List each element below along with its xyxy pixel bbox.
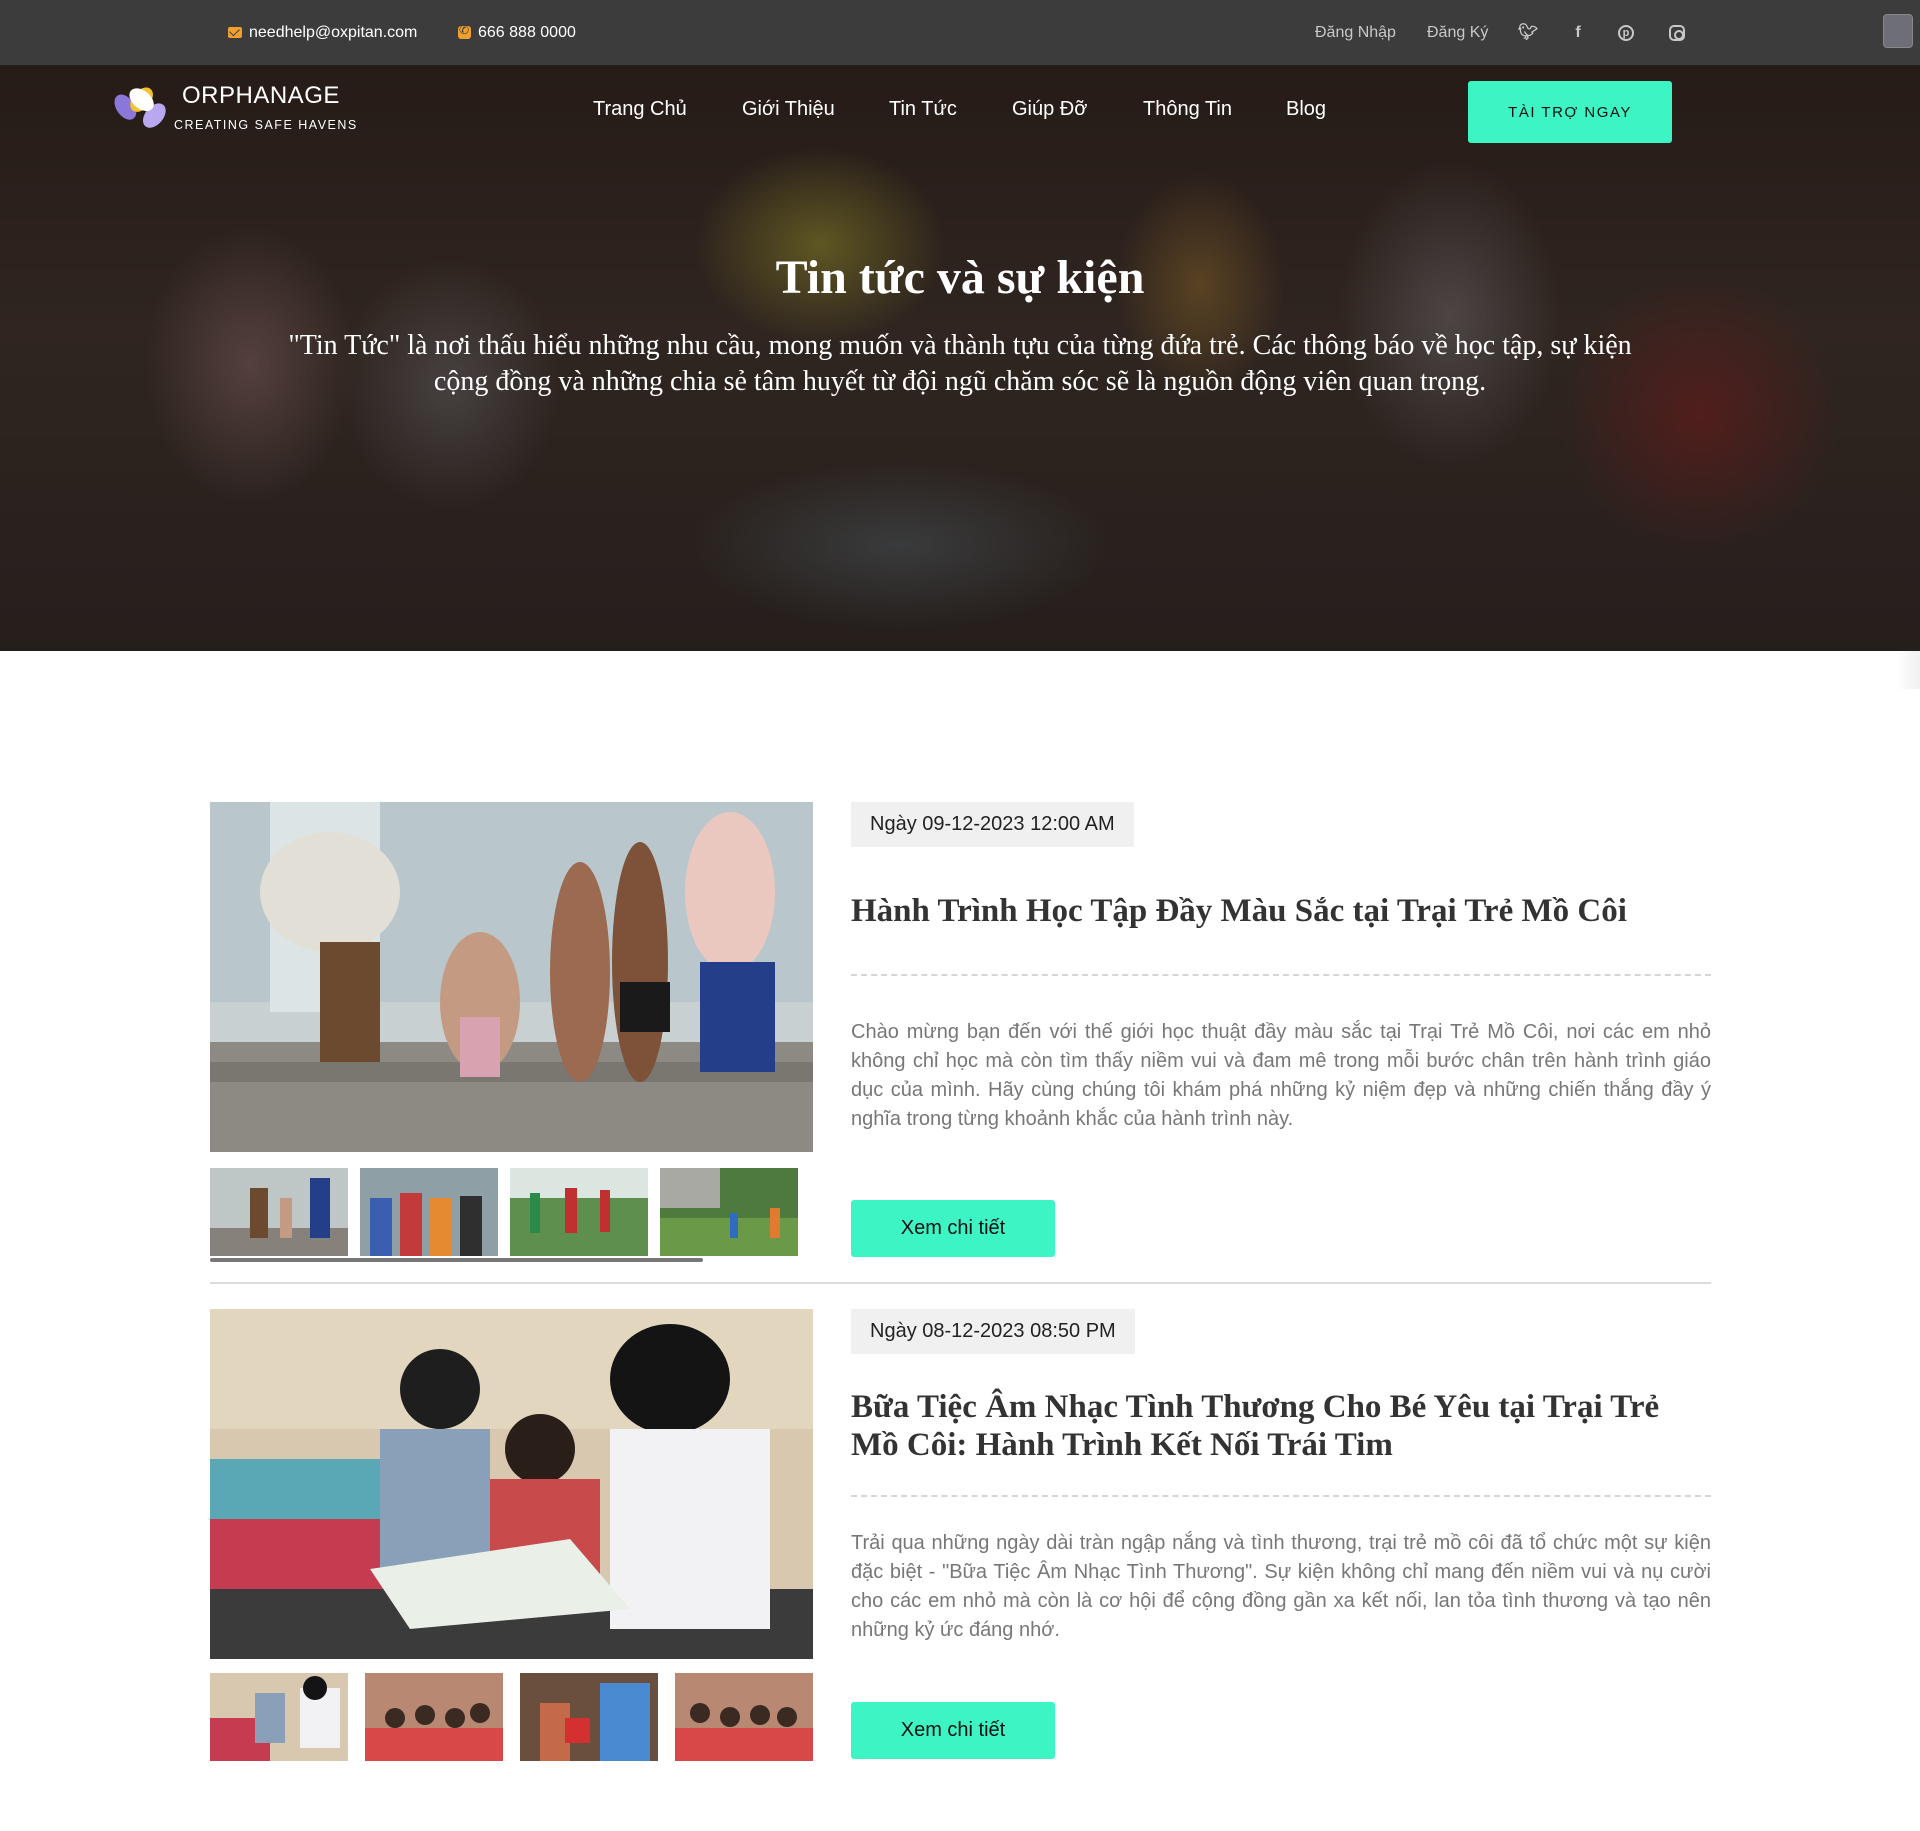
thumbnail-image[interactable] bbox=[520, 1673, 658, 1761]
article-title[interactable]: Hành Trình Học Tập Đầy Màu Sắc tại Trại … bbox=[851, 892, 1711, 930]
view-details-button[interactable]: Xem chi tiết bbox=[851, 1702, 1055, 1759]
thumbnail-image[interactable] bbox=[210, 1673, 348, 1761]
register-link[interactable]: Đăng Ký bbox=[1427, 24, 1488, 42]
article-main-photo[interactable] bbox=[210, 1309, 813, 1659]
instagram-icon[interactable] bbox=[1669, 24, 1685, 41]
phone-contact[interactable]: 666 888 0000 bbox=[458, 0, 576, 65]
hands-logo-icon bbox=[114, 87, 166, 128]
page-title: Tin tức và sự kiện bbox=[775, 251, 1145, 304]
thumbnail-image[interactable] bbox=[360, 1168, 498, 1256]
logo-tagline: CREATING SAFE HAVENS bbox=[174, 118, 358, 132]
nav-item-tin-tuc[interactable]: Tin Tức bbox=[889, 98, 957, 121]
phone-text[interactable]: 666 888 0000 bbox=[478, 24, 576, 42]
article-date: Ngày 09-12-2023 12:00 AM bbox=[851, 802, 1134, 847]
article-main-photo[interactable] bbox=[210, 802, 813, 1152]
thumbnail-image[interactable] bbox=[510, 1168, 648, 1256]
facebook-icon[interactable]: f bbox=[1568, 23, 1588, 43]
email-contact[interactable]: needhelp@oxpitan.com bbox=[228, 0, 417, 65]
pinterest-icon[interactable]: p bbox=[1618, 24, 1634, 41]
twitter-icon[interactable]: 🐦︎ bbox=[1518, 23, 1538, 43]
top-bar: needhelp@oxpitan.com 666 888 0000 Đăng N… bbox=[0, 0, 1920, 65]
phone-icon bbox=[458, 23, 471, 39]
envelope-icon bbox=[228, 27, 242, 38]
browser-extension-icon[interactable] bbox=[1883, 14, 1913, 48]
news-article: Ngày 09-12-2023 12:00 AM Hành Trình Học … bbox=[210, 802, 1711, 1262]
thumbnail-image[interactable] bbox=[675, 1673, 813, 1761]
carousel-scrollbar[interactable] bbox=[210, 1258, 703, 1262]
hero-subtitle: "Tin Tức" là nơi thấu hiểu những nhu cầu… bbox=[288, 330, 1632, 397]
login-link[interactable]: Đăng Nhập bbox=[1315, 24, 1396, 42]
thumbnail-carousel bbox=[210, 1168, 813, 1262]
donate-now-button[interactable]: TÀI TRỢ NGAY bbox=[1468, 81, 1672, 143]
thumbnail-image[interactable] bbox=[210, 1168, 348, 1256]
article-divider bbox=[210, 1282, 1711, 1284]
thumbnail-image[interactable] bbox=[660, 1168, 798, 1256]
logo-name: ORPHANAGE bbox=[182, 82, 340, 109]
nav-item-trang-chu[interactable]: Trang Chủ bbox=[593, 98, 687, 121]
nav-item-gioi-thieu[interactable]: Giới Thiệu bbox=[742, 98, 835, 121]
thumbnail-carousel bbox=[210, 1673, 813, 1761]
thumbnail-image[interactable] bbox=[365, 1673, 503, 1761]
nav-item-giup-do[interactable]: Giúp Đỡ bbox=[1012, 98, 1087, 121]
nav-item-blog[interactable]: Blog bbox=[1286, 98, 1326, 121]
news-article: Ngày 08-12-2023 08:50 PM Bữa Tiệc Âm Nhạ… bbox=[210, 1309, 1711, 1761]
article-title[interactable]: Bữa Tiệc Âm Nhạc Tình Thương Cho Bé Yêu … bbox=[851, 1388, 1711, 1464]
article-excerpt: Trải qua những ngày dài tràn ngập nắng v… bbox=[851, 1532, 1711, 1641]
article-date: Ngày 08-12-2023 08:50 PM bbox=[851, 1309, 1135, 1354]
view-details-button[interactable]: Xem chi tiết bbox=[851, 1200, 1055, 1257]
article-excerpt: Chào mừng bạn đến với thế giới học thuật… bbox=[851, 1021, 1711, 1130]
site-logo[interactable]: ORPHANAGE CREATING SAFE HAVENS bbox=[104, 78, 364, 150]
email-text[interactable]: needhelp@oxpitan.com bbox=[249, 24, 417, 42]
nav-item-thong-tin[interactable]: Thông Tin bbox=[1143, 98, 1232, 121]
